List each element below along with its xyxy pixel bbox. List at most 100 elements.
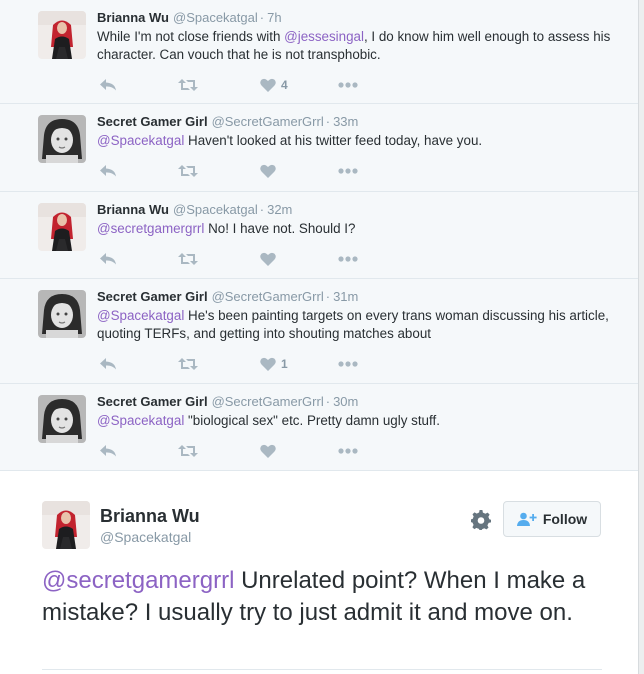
retweet-button[interactable] (178, 162, 198, 180)
reply-button[interactable] (99, 162, 117, 180)
author-handle[interactable]: @Spacekatgal (173, 10, 258, 25)
reply-icon (100, 165, 116, 177)
follow-button[interactable]: Follow (503, 501, 601, 537)
author-name[interactable]: Secret Gamer Girl (97, 289, 208, 304)
more-button[interactable] (338, 250, 358, 268)
reply-button[interactable] (99, 76, 117, 94)
like-button[interactable] (260, 162, 281, 180)
author-name[interactable]: Secret Gamer Girl (97, 394, 208, 409)
avatar[interactable] (38, 203, 86, 251)
more-icon (338, 256, 358, 262)
separator-dot: · (325, 289, 331, 304)
timestamp[interactable]: 30m (333, 394, 358, 409)
author-handle[interactable]: @SecretGamerGrrl (212, 114, 324, 129)
like-button[interactable]: 4 (260, 76, 288, 94)
more-button[interactable] (338, 76, 358, 94)
like-count: 1 (281, 357, 288, 371)
reply-icon (100, 79, 116, 91)
tweet-text: @Spacekatgal He's been painting targets … (97, 307, 612, 343)
conversation-thread: Brianna Wu @Spacekatgal · 7h While I'm not … (0, 0, 639, 674)
heart-icon (260, 164, 276, 178)
author-name[interactable]: Secret Gamer Girl (97, 114, 208, 129)
retweet-button[interactable] (178, 76, 198, 94)
tweet[interactable]: Brianna Wu @Spacekatgal · 32m @secretgamerg… (0, 192, 638, 279)
separator-dot: · (325, 394, 331, 409)
mention-link[interactable]: @Spacekatgal (97, 308, 184, 323)
reply-icon (100, 358, 116, 370)
tweet-actions (97, 250, 397, 268)
author-name[interactable]: Brianna Wu (100, 506, 200, 527)
tweet[interactable]: Secret Gamer Girl @SecretGamerGrrl · 33m @S… (0, 104, 638, 192)
heart-icon (260, 444, 276, 458)
focused-tweet: Brianna Wu @Spacekatgal Follow @secretga… (0, 471, 638, 674)
reply-icon (100, 445, 116, 457)
more-button[interactable] (338, 442, 358, 460)
timestamp[interactable]: 32m (267, 202, 292, 217)
retweet-icon (178, 79, 198, 91)
avatar[interactable] (38, 290, 86, 338)
divider (42, 669, 602, 670)
tweet[interactable]: Secret Gamer Girl @SecretGamerGrrl · 30m @S… (0, 384, 638, 471)
reply-icon (100, 253, 116, 265)
mention-link[interactable]: @Spacekatgal (97, 413, 184, 428)
retweet-icon (178, 165, 198, 177)
separator-dot: · (325, 114, 331, 129)
avatar[interactable] (38, 395, 86, 443)
like-button[interactable]: 1 (260, 355, 288, 373)
heart-icon (260, 357, 276, 371)
mention-link[interactable]: @secretgamergrrl (97, 221, 204, 236)
retweet-icon (178, 445, 198, 457)
timestamp[interactable]: 33m (333, 114, 358, 129)
author-handle[interactable]: @SecretGamerGrrl (212, 289, 324, 304)
author-handle[interactable]: @SecretGamerGrrl (212, 394, 324, 409)
author-name[interactable]: Brianna Wu (97, 202, 169, 217)
reply-button[interactable] (99, 355, 117, 373)
gear-icon (471, 510, 491, 530)
retweet-icon (178, 358, 198, 370)
tweet-text: @secretgamergrrl No! I have not. Should … (97, 220, 612, 238)
more-button[interactable] (338, 355, 358, 373)
avatar[interactable] (38, 115, 86, 163)
add-user-icon (516, 512, 537, 526)
heart-icon (260, 78, 276, 92)
retweet-button[interactable] (178, 250, 198, 268)
tweet-text: While I'm not close friends with @jesses… (97, 28, 612, 64)
settings-button[interactable] (471, 510, 491, 535)
mention-link[interactable]: @Spacekatgal (97, 133, 184, 148)
reply-button[interactable] (99, 250, 117, 268)
mention-link[interactable]: @secretgamergrrl (42, 567, 234, 594)
avatar[interactable] (38, 11, 86, 59)
tweet-text: @Spacekatgal Haven't looked at his twitt… (97, 132, 612, 150)
tweet-text: @Spacekatgal "biological sex" etc. Prett… (97, 412, 612, 430)
retweet-icon (178, 253, 198, 265)
more-icon (338, 361, 358, 367)
timestamp[interactable]: 31m (333, 289, 358, 304)
tweet-text-part: "biological sex" etc. Pretty damn ugly s… (184, 413, 440, 428)
avatar[interactable] (42, 501, 90, 549)
more-icon (338, 448, 358, 454)
tweet-actions (97, 162, 397, 180)
reply-button[interactable] (99, 442, 117, 460)
like-button[interactable] (260, 442, 281, 460)
author-name[interactable]: Brianna Wu (97, 10, 169, 25)
tweet-actions: 4 (97, 76, 397, 94)
more-icon (338, 168, 358, 174)
like-button[interactable] (260, 250, 281, 268)
tweet-text-part: While I'm not close friends with (97, 29, 285, 44)
separator-dot: · (259, 10, 265, 25)
mention-link[interactable]: @jessesingal (284, 29, 364, 44)
tweet-text-part: No! I have not. Should I? (204, 221, 356, 236)
separator-dot: · (259, 202, 265, 217)
author-handle[interactable]: @Spacekatgal (173, 202, 258, 217)
retweet-button[interactable] (178, 355, 198, 373)
tweet-actions (97, 442, 397, 460)
timestamp[interactable]: 7h (267, 10, 281, 25)
heart-icon (260, 252, 276, 266)
more-button[interactable] (338, 162, 358, 180)
tweet[interactable]: Brianna Wu @Spacekatgal · 7h While I'm not … (0, 0, 638, 104)
more-icon (338, 82, 358, 88)
retweet-button[interactable] (178, 442, 198, 460)
tweet[interactable]: Secret Gamer Girl @SecretGamerGrrl · 31m @S… (0, 279, 638, 384)
tweet-text-part: Haven't looked at his twitter feed today… (184, 133, 483, 148)
author-handle[interactable]: @Spacekatgal (100, 529, 191, 545)
